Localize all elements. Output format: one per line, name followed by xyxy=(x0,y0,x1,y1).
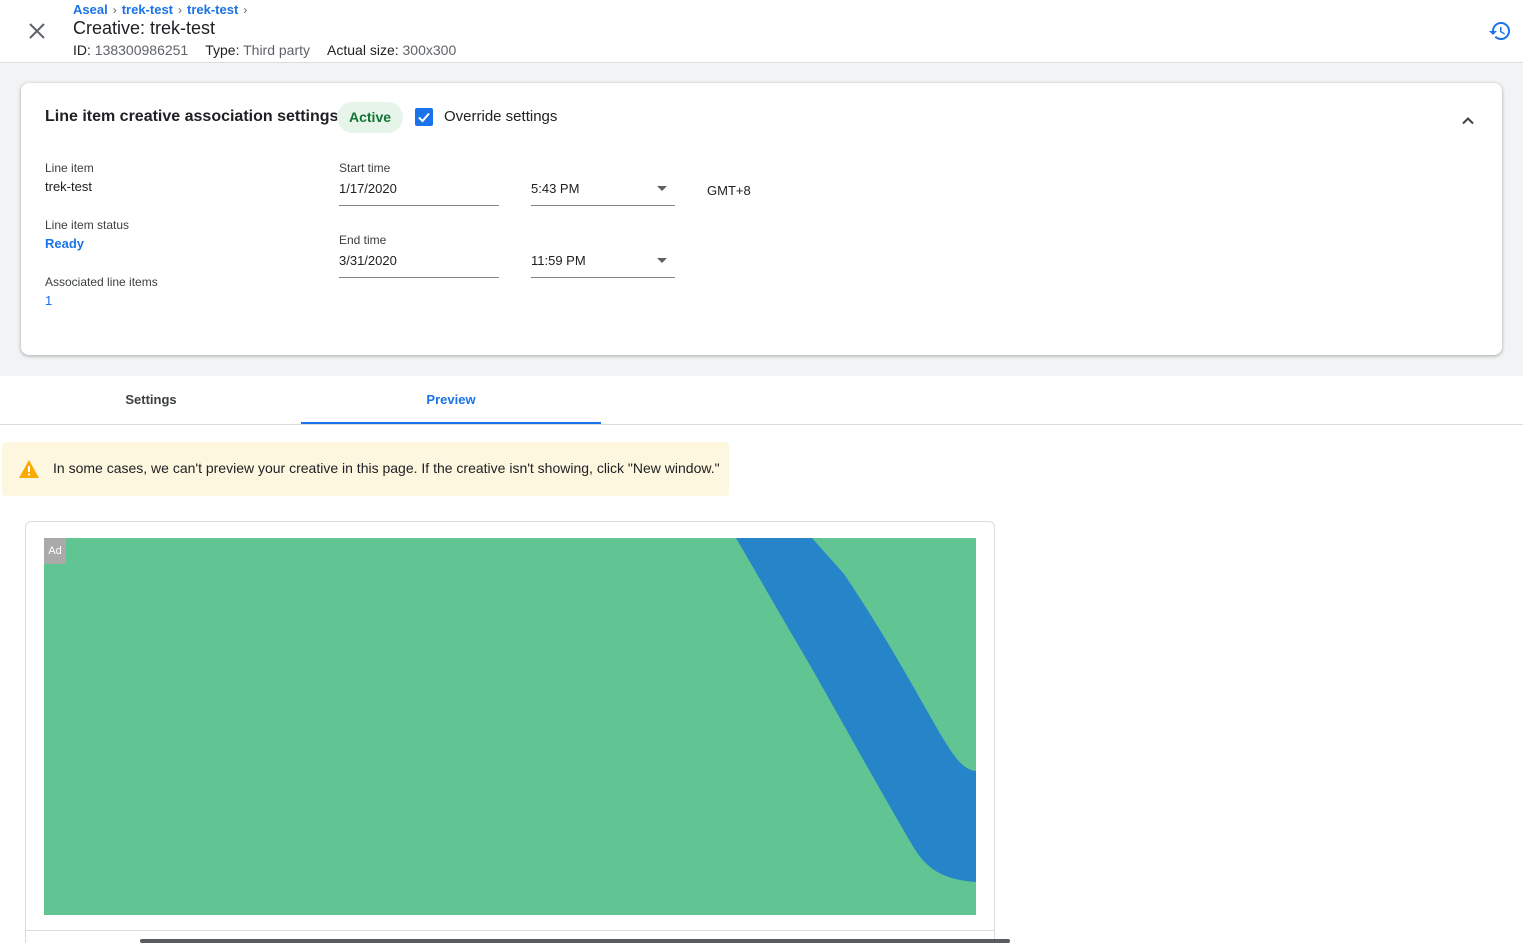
line-item-label: Line item xyxy=(45,161,94,175)
page-header: Aseal › trek-test › trek-test › Creative… xyxy=(0,0,1523,63)
ad-creative-graphic xyxy=(44,538,976,915)
preview-warning-banner: In some cases, we can't preview your cre… xyxy=(2,442,729,496)
type-meta: Type: Third party xyxy=(205,42,311,58)
chevron-right-icon: › xyxy=(178,2,182,17)
dropdown-arrow-icon xyxy=(657,258,667,263)
end-date-field[interactable]: 3/31/2020 xyxy=(339,250,499,278)
end-time-label: End time xyxy=(339,233,387,247)
history-button[interactable] xyxy=(1488,19,1512,43)
breadcrumb-item-network[interactable]: Aseal xyxy=(73,2,108,17)
history-icon xyxy=(1489,22,1510,41)
warning-text: In some cases, we can't preview your cre… xyxy=(53,460,720,476)
end-time-select[interactable]: 11:59 PM xyxy=(531,250,675,278)
close-button[interactable] xyxy=(24,18,50,44)
size-value: 300x300 xyxy=(402,42,457,58)
chevron-up-icon xyxy=(1462,117,1474,125)
line-item-status-label: Line item status xyxy=(45,218,130,232)
chevron-right-icon: › xyxy=(112,2,117,17)
collapse-button[interactable] xyxy=(1458,111,1478,131)
breadcrumb-item-order[interactable]: trek-test xyxy=(122,2,173,17)
card-title: Line item creative association settings xyxy=(45,108,339,125)
divider xyxy=(25,930,995,931)
ad-creative[interactable] xyxy=(44,538,976,915)
line-item-value: trek-test xyxy=(45,179,92,194)
associated-line-items-link[interactable]: 1 xyxy=(45,293,52,308)
start-date-field[interactable]: 1/17/2020 xyxy=(339,178,499,206)
type-value: Third party xyxy=(243,42,311,58)
page-title: Creative: trek-test xyxy=(73,18,216,38)
start-time-label: Start time xyxy=(339,161,391,175)
associated-line-items-label: Associated line items xyxy=(45,275,158,289)
checkmark-icon xyxy=(418,112,430,123)
line-item-status-value: Ready xyxy=(45,236,85,251)
tab-settings[interactable]: Settings xyxy=(1,376,301,424)
size-meta: Actual size: 300x300 xyxy=(327,42,457,58)
id-meta: ID: 138300986251 xyxy=(73,42,189,58)
end-time-value: 11:59 PM xyxy=(531,253,586,268)
timezone-label: GMT+8 xyxy=(707,183,751,198)
ad-badge: Ad xyxy=(44,538,66,564)
horizontal-scrollbar[interactable] xyxy=(140,939,1010,943)
id-value: 138300986251 xyxy=(94,42,189,58)
warning-icon xyxy=(19,460,39,478)
override-checkbox[interactable] xyxy=(415,108,433,126)
tab-bar: Settings Preview xyxy=(0,376,1523,425)
close-icon xyxy=(29,23,45,39)
chevron-right-icon: › xyxy=(243,2,248,17)
creative-meta: ID: 138300986251 Type: Third party Actua… xyxy=(73,42,456,58)
dropdown-arrow-icon xyxy=(657,186,667,191)
status-badge: Active xyxy=(337,102,404,133)
start-time-select[interactable]: 5:43 PM xyxy=(531,178,675,206)
start-time-value: 5:43 PM xyxy=(531,181,580,196)
association-settings-card: Line item creative association settings … xyxy=(21,83,1502,355)
override-label: Override settings xyxy=(444,108,558,125)
tab-preview[interactable]: Preview xyxy=(301,376,601,424)
breadcrumb: Aseal › trek-test › trek-test › xyxy=(73,2,252,17)
breadcrumb-item-line-item[interactable]: trek-test xyxy=(187,2,238,17)
